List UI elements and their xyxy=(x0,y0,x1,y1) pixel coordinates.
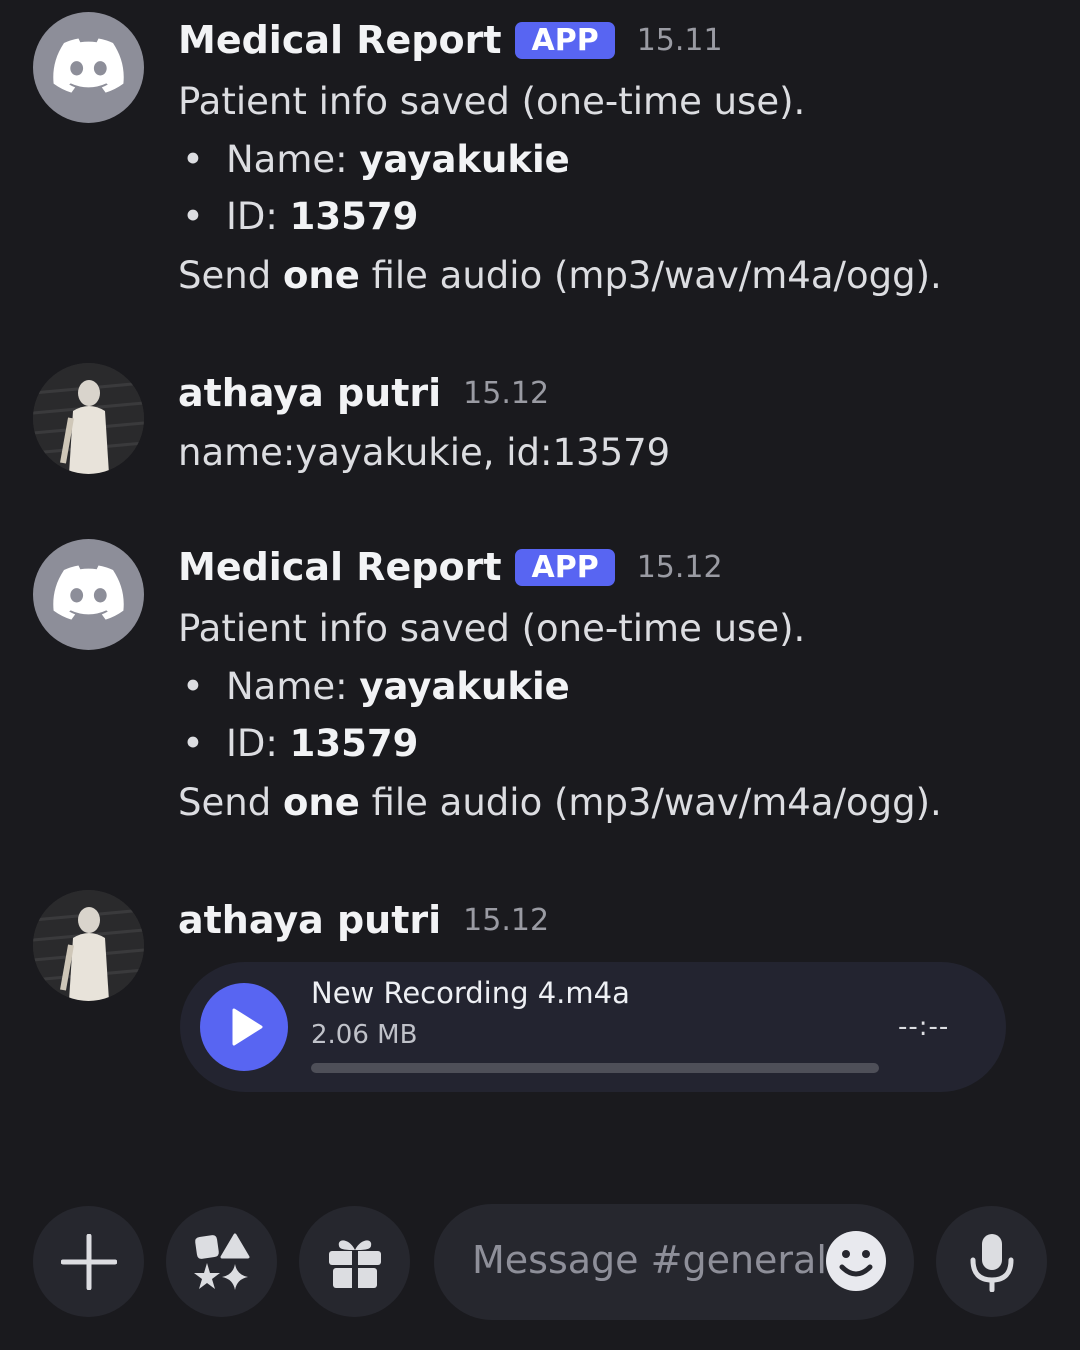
list-item-name: • Name: yayakukie xyxy=(182,665,570,708)
message-header: athaya putri 15.12 xyxy=(178,371,549,415)
add-attachment-button[interactable] xyxy=(33,1206,144,1317)
message-text: Patient info saved (one-time use). xyxy=(178,607,806,650)
message-instruction: Send one file audio (mp3/wav/m4a/ogg). xyxy=(178,781,942,824)
author-name[interactable]: athaya putri xyxy=(178,898,441,942)
patient-name: yayakukie xyxy=(359,138,570,181)
gift-icon xyxy=(328,1239,381,1288)
play-icon xyxy=(232,1008,263,1046)
message-header: athaya putri 15.12 xyxy=(178,898,549,942)
plus-icon xyxy=(60,1233,117,1290)
user-photo-icon xyxy=(33,363,144,474)
discord-logo-icon xyxy=(53,565,124,620)
attachment-size: 2.06 MB xyxy=(311,1020,418,1050)
audio-attachment[interactable]: New Recording 4.m4a 2.06 MB --:-- xyxy=(180,962,1006,1092)
play-button[interactable] xyxy=(200,983,288,1071)
list-item-id: • ID: 13579 xyxy=(182,195,419,238)
avatar[interactable] xyxy=(33,363,144,474)
avatar[interactable] xyxy=(33,890,144,1001)
voice-message-button[interactable] xyxy=(936,1206,1047,1317)
bullet: • xyxy=(182,665,204,708)
message-input[interactable]: Message #general xyxy=(434,1204,914,1320)
audio-progress-bar[interactable] xyxy=(311,1063,879,1073)
app-badge: APP xyxy=(515,21,615,59)
timestamp: 15.12 xyxy=(636,549,723,585)
list-item-name: • Name: yayakukie xyxy=(182,138,570,181)
app-badge: APP xyxy=(515,548,615,586)
message-instruction: Send one file audio (mp3/wav/m4a/ogg). xyxy=(178,254,942,297)
timestamp: 15.12 xyxy=(463,375,550,411)
bullet: • xyxy=(182,195,204,238)
gift-button[interactable] xyxy=(299,1206,410,1317)
message-input-placeholder: Message #general xyxy=(472,1238,827,1282)
patient-name: yayakukie xyxy=(359,665,570,708)
emoji-smile-icon[interactable] xyxy=(824,1229,888,1293)
microphone-icon xyxy=(970,1233,1013,1292)
bot-avatar[interactable] xyxy=(33,12,144,123)
author-name[interactable]: athaya putri xyxy=(178,371,441,415)
timestamp: 15.11 xyxy=(636,22,723,58)
user-photo-icon xyxy=(33,890,144,1001)
attachment-filename[interactable]: New Recording 4.m4a xyxy=(311,976,630,1010)
apps-button[interactable] xyxy=(166,1206,277,1317)
timestamp: 15.12 xyxy=(463,902,550,938)
bullet: • xyxy=(182,138,204,181)
audio-duration: --:-- xyxy=(898,1012,950,1042)
author-name[interactable]: Medical Report xyxy=(178,18,501,62)
list-item-id: • ID: 13579 xyxy=(182,722,419,765)
bot-avatar[interactable] xyxy=(33,539,144,650)
apps-sparkle-icon xyxy=(193,1233,249,1290)
discord-logo-icon xyxy=(53,38,124,93)
message-header: Medical Report APP 15.11 xyxy=(178,18,723,62)
patient-id: 13579 xyxy=(289,195,419,238)
message-text: name:yayakukie, id:13579 xyxy=(178,431,671,474)
message-header: Medical Report APP 15.12 xyxy=(178,545,723,589)
patient-id: 13579 xyxy=(289,722,419,765)
author-name[interactable]: Medical Report xyxy=(178,545,501,589)
bullet: • xyxy=(182,722,204,765)
message-text: Patient info saved (one-time use). xyxy=(178,80,806,123)
